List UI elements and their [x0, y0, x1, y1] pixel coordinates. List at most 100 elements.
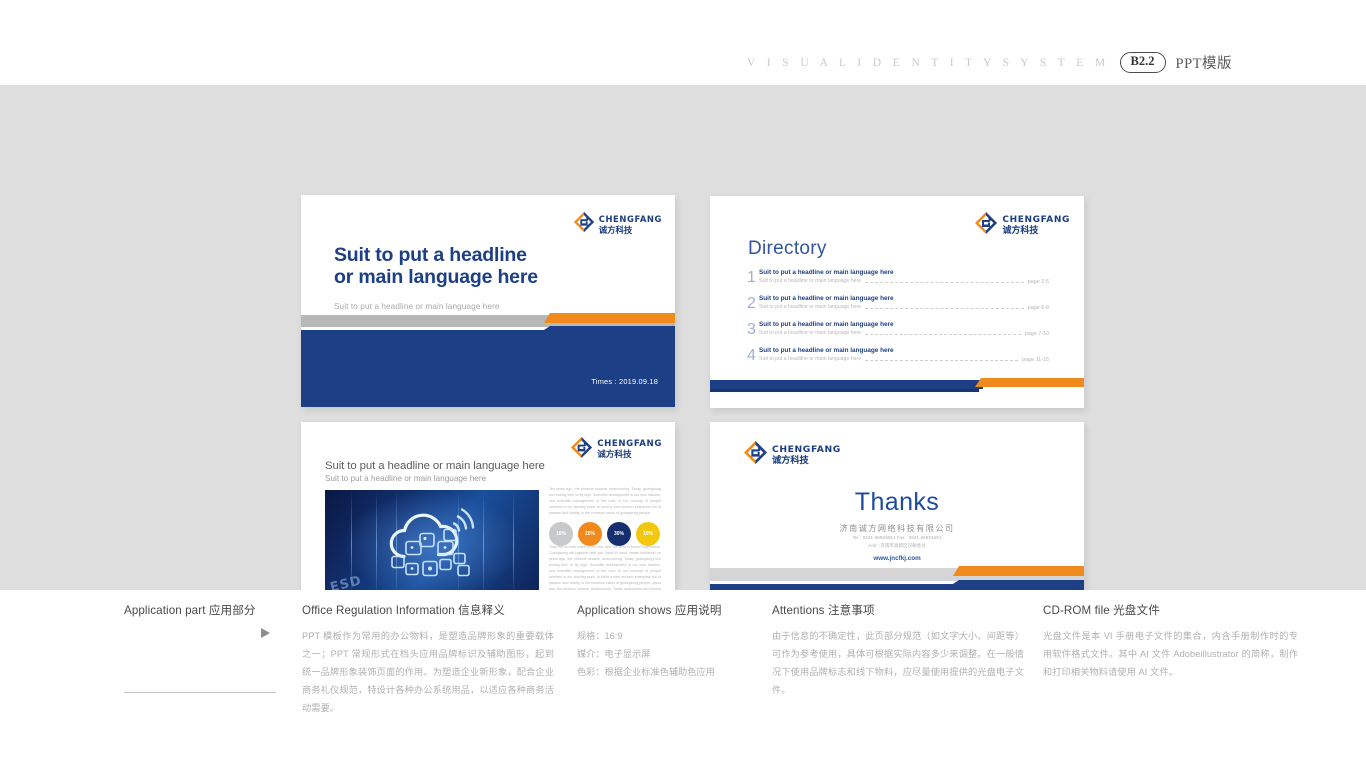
logo-thanks: CHENGFANG 诚方科技 [743, 440, 841, 470]
note-column-application-part: Application part 应用部分 [124, 602, 276, 693]
list-item[interactable]: 2 Suit to put a headline or main languag… [747, 295, 1049, 312]
logo-cn-text: 诚方科技 [598, 224, 633, 235]
notes-section: Application part 应用部分 Office Regulation … [0, 590, 1366, 768]
list-item[interactable]: 4 Suit to put a headline or main languag… [747, 347, 1049, 364]
logo-en-text: CHENGFANG [598, 214, 662, 225]
note-column-office-regulation: Office Regulation Information 信息释义 PPT 模… [302, 602, 554, 718]
logo-en-text: CHENGFANG [1002, 214, 1070, 225]
logo-en-text: CHENGFANG [772, 443, 841, 455]
logo-wordmark: CHENGFANG 诚方科技 [597, 440, 662, 459]
play-arrow-icon [261, 628, 270, 638]
directory-item-title: Suit to put a headline or main language … [759, 295, 894, 302]
thanks-heading: Thanks [854, 488, 940, 516]
leader-dots [865, 281, 1024, 283]
content-stat-dots: 10% 20% 30% 10% [549, 522, 663, 546]
logo-wordmark: CHENGFANG 诚方科技 [599, 215, 662, 234]
note-heading: Application part 应用部分 [124, 604, 256, 617]
chengfang-diamond-icon [573, 211, 595, 238]
content-subtitle: Suit to put a headline or main language … [325, 474, 487, 483]
directory-item-number: 4 [747, 347, 756, 364]
contact-block: Tel : 0531-66953651 Fax : 0531-66953651 … [710, 534, 1084, 549]
directory-heading: Directory [748, 238, 827, 259]
note-spec-line: 媒介：电子显示屏 [577, 648, 651, 659]
slide-directory[interactable]: CHENGFANG 诚方科技 Directory 1 Suit to put a… [710, 196, 1084, 408]
directory-list: 1 Suit to put a headline or main languag… [747, 269, 1049, 373]
contact-address: Add : 济南市高新区汉峪金谷 [868, 542, 926, 548]
directory-item-title: Suit to put a headline or main language … [759, 347, 894, 354]
cloud-network-icon [366, 499, 498, 584]
stat-dot: 10% [636, 522, 660, 546]
company-website[interactable]: www.jncfkj.com [710, 555, 1084, 562]
directory-item-page: page 7-10 [1024, 330, 1049, 337]
directory-item-title: Suit to put a headline or main language … [759, 321, 894, 328]
note-column-application-shows: Application shows 应用说明 规格：16:9 媒介：电子显示屏 … [577, 602, 753, 682]
logo-cn-text: 诚方科技 [1002, 225, 1039, 236]
directory-item-title: Suit to put a headline or main language … [759, 269, 894, 276]
cover-subtitle: Suit to put a headline or main language … [334, 302, 500, 311]
note-body: PPT 模板作为常用的办公物料，是塑造品牌形象的重要载体之一；PPT 常规形式在… [302, 631, 554, 713]
directory-item-subtitle: Suit to put a headline or main language … [759, 329, 862, 336]
note-spec-line: 规格：16:9 [577, 631, 623, 641]
note-column-cdrom-file: CD-ROM file 光盘文件 光盘文件是本 VI 手册电子文件的集合，内含手… [1043, 602, 1298, 682]
logo-wordmark: CHENGFANG 诚方科技 [772, 443, 841, 466]
directory-item-page: page 11-15 [1022, 356, 1049, 363]
arrow-row [124, 628, 276, 638]
directory-item-page: page 2-5 [1027, 278, 1049, 285]
note-column-attentions: Attentions 注意事项 由于信息的不确定性，此页部分规范（如文字大小、间… [772, 602, 1024, 700]
directory-item-page: page 6-8 [1027, 304, 1049, 311]
directory-orange-bar [975, 378, 1084, 387]
directory-item-subtitle: Suit to put a headline or main language … [759, 303, 862, 310]
logo-cover: CHENGFANG 诚方科技 [573, 211, 662, 238]
logo-directory: CHENGFANG 诚方科技 [974, 211, 1070, 240]
list-item[interactable]: 3 Suit to put a headline or main languag… [747, 321, 1049, 338]
content-paragraph-1: Ten years ago, the phoenix nirvana, rest… [549, 487, 661, 516]
slides-stage: CHENGFANG 诚方科技 Suit to put a headline or… [0, 85, 1366, 634]
page-header: V I S U A L I D E N T I T Y S Y S T E M … [0, 0, 1366, 85]
note-heading: Application shows 应用说明 [577, 604, 722, 617]
note-body: 由于信息的不确定性，此页部分规范（如文字大小、间距等）可作为参考使用，具体可根据… [772, 631, 1024, 695]
logo-cn-text: 诚方科技 [772, 455, 809, 466]
stat-dot: 30% [607, 522, 631, 546]
divider [124, 692, 276, 693]
cover-title-line2: or main language here [334, 265, 538, 288]
directory-item-subtitle: Suit to put a headline or main language … [759, 277, 862, 284]
leader-dots [865, 359, 1019, 361]
slide-cover[interactable]: CHENGFANG 诚方科技 Suit to put a headline or… [301, 195, 675, 407]
directory-item-number: 3 [747, 321, 756, 338]
cover-date: Times : 2019.09.18 [591, 377, 658, 386]
header-right-group: V I S U A L I D E N T I T Y S Y S T E M … [747, 52, 1232, 73]
leader-dots [865, 333, 1021, 335]
leader-dots [865, 307, 1024, 309]
stat-dot: 10% [549, 522, 573, 546]
section-code-badge: B2.2 [1119, 52, 1166, 73]
logo-en-text: CHENGFANG [597, 439, 662, 450]
note-heading: Attentions 注意事项 [772, 604, 875, 617]
directory-item-number: 1 [747, 269, 756, 286]
thanks-orange-accent [953, 566, 1084, 576]
logo-wordmark: CHENGFANG 诚方科技 [1002, 214, 1070, 236]
directory-item-subtitle: Suit to put a headline or main language … [759, 355, 862, 362]
note-spec-line: 色彩：根据企业标准色辅助色应用 [577, 666, 715, 677]
cover-orange-accent [544, 313, 675, 323]
list-item[interactable]: 1 Suit to put a headline or main languag… [747, 269, 1049, 286]
page-title: PPT模版 [1175, 56, 1232, 72]
note-heading: CD-ROM file 光盘文件 [1043, 604, 1160, 617]
logo-cn-text: 诚方科技 [597, 450, 632, 460]
company-name: 济南诚方网络科技有限公司 [839, 524, 955, 533]
chengfang-diamond-icon [974, 211, 998, 240]
stat-dot: 20% [578, 522, 602, 546]
directory-item-number: 2 [747, 295, 756, 312]
logo-content: CHENGFANG 诚方科技 [570, 436, 662, 464]
directory-blue-bar [710, 380, 983, 389]
content-hero-image: ESD [325, 490, 539, 600]
chengfang-diamond-icon [743, 440, 768, 470]
chengfang-diamond-icon [570, 436, 593, 464]
directory-blue-shadow [710, 389, 979, 392]
note-heading: Office Regulation Information 信息释义 [302, 604, 505, 617]
cover-blue-block [301, 326, 675, 407]
cover-title: Suit to put a headline or main language … [334, 244, 538, 289]
vi-manual-page: V I S U A L I D E N T I T Y S Y S T E M … [0, 0, 1366, 768]
note-body: 光盘文件是本 VI 手册电子文件的集合，内含手册制作时的专用软件格式文件。其中 … [1043, 631, 1298, 677]
contact-tel-fax: Tel : 0531-66953651 Fax : 0531-66953651 [852, 535, 942, 540]
vis-system-title: V I S U A L I D E N T I T Y S Y S T E M [746, 56, 1110, 69]
